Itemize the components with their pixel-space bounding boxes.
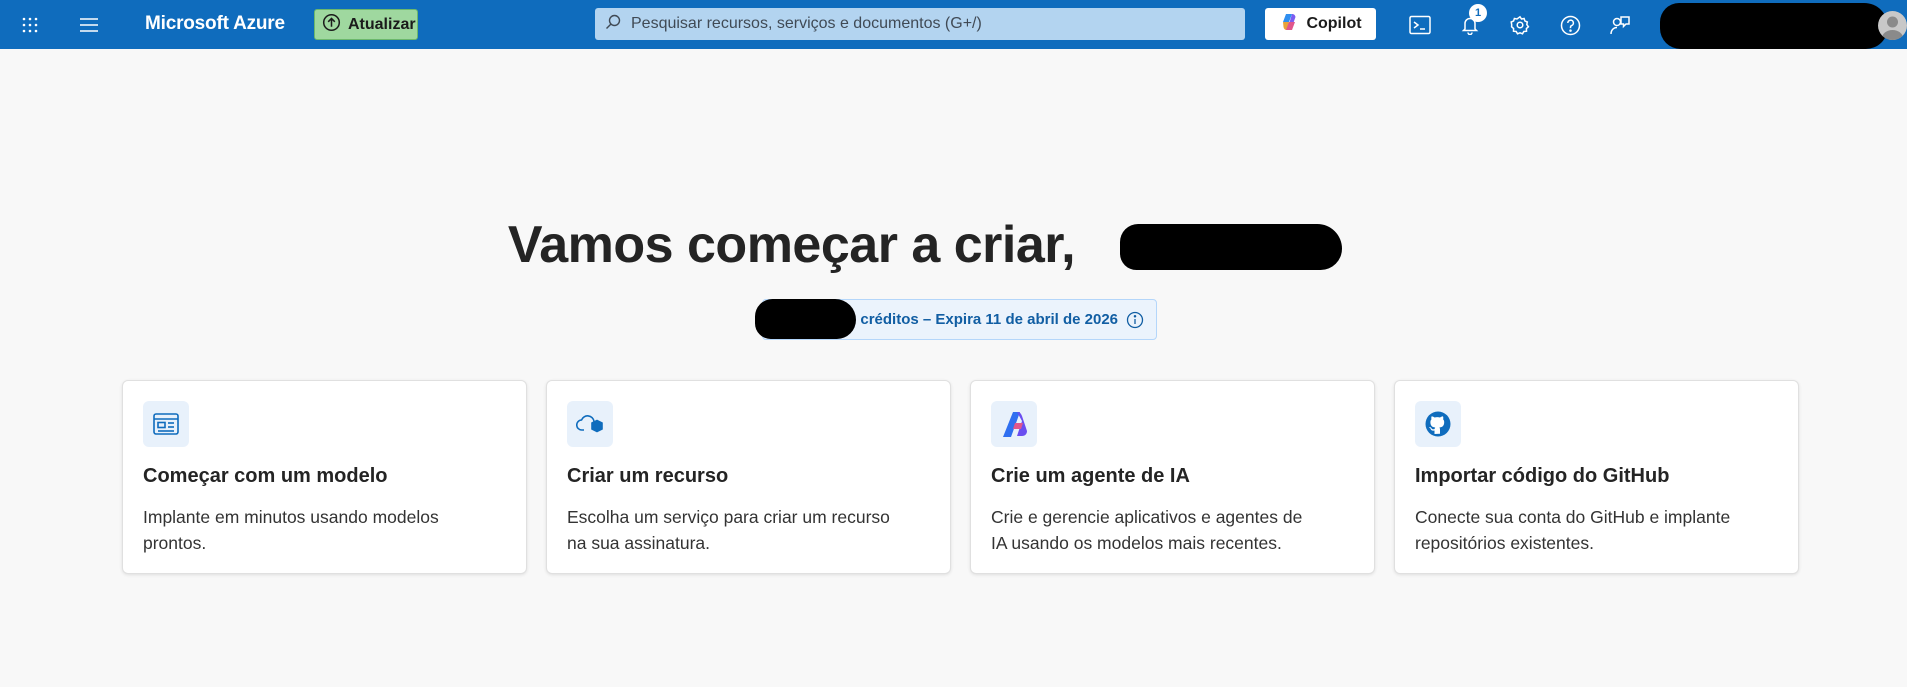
top-bar: Microsoft Azure Atualizar Copilot 1 xyxy=(0,0,1907,49)
notification-badge: 1 xyxy=(1469,4,1487,22)
copilot-icon xyxy=(1279,12,1299,37)
card-description: Crie e gerencie aplicativos e agentes de… xyxy=(991,507,1303,553)
card-description: Conecte sua conta do GitHub e implante r… xyxy=(1415,507,1731,553)
user-name-redacted xyxy=(1120,224,1342,270)
github-icon xyxy=(1415,401,1461,447)
ai-foundry-icon xyxy=(991,401,1037,447)
account-info-redacted[interactable] xyxy=(1660,3,1888,49)
card-title: Começar com um modelo xyxy=(143,465,388,487)
hamburger-icon[interactable] xyxy=(74,10,104,40)
template-icon xyxy=(143,401,189,447)
card-ai-agent[interactable]: Crie um agente de IA Crie e gerencie apl… xyxy=(970,380,1375,574)
card-create-resource[interactable]: Criar um recurso Escolha um serviço para… xyxy=(546,380,951,574)
bell-icon[interactable]: 1 xyxy=(1455,4,1487,40)
card-title: Crie um agente de IA xyxy=(991,465,1190,487)
page-title-text: Vamos começar a criar, xyxy=(507,216,1076,274)
global-search[interactable] xyxy=(595,8,1245,40)
feedback-icon[interactable] xyxy=(1605,10,1635,40)
upgrade-label: Atualizar xyxy=(348,15,416,33)
credits-amount-redacted xyxy=(755,299,856,339)
card-template[interactable]: Começar com um modelo Implante em minuto… xyxy=(122,380,527,574)
search-input[interactable] xyxy=(631,15,1231,33)
cloud-shell-icon[interactable] xyxy=(1405,10,1435,40)
copilot-label: Copilot xyxy=(1306,15,1362,32)
card-description: Implante em minutos usando modelos pront… xyxy=(143,507,439,553)
credits-text: em créditos – Expira 11 de abril de 2026 xyxy=(834,311,1118,328)
app-launcher-icon[interactable] xyxy=(15,10,45,40)
card-import-github[interactable]: Importar código do GitHub Conecte sua co… xyxy=(1394,380,1799,574)
card-description: Escolha um serviço para criar um recurso… xyxy=(567,507,890,553)
card-title: Criar um recurso xyxy=(567,465,729,487)
brand-title[interactable]: Microsoft Azure xyxy=(145,13,285,35)
avatar[interactable] xyxy=(1878,11,1907,40)
help-icon[interactable] xyxy=(1555,10,1585,40)
card-title: Importar código do GitHub xyxy=(1415,465,1670,487)
gear-icon[interactable] xyxy=(1505,10,1535,40)
page-title: Vamos começar a criar, xyxy=(0,215,1907,275)
upgrade-button[interactable]: Atualizar xyxy=(314,9,418,40)
copilot-button[interactable]: Copilot xyxy=(1265,8,1376,40)
search-icon xyxy=(605,14,621,35)
cloud-resource-icon xyxy=(567,401,613,447)
upgrade-arrow-icon xyxy=(322,13,341,37)
info-icon[interactable] xyxy=(1126,311,1144,329)
